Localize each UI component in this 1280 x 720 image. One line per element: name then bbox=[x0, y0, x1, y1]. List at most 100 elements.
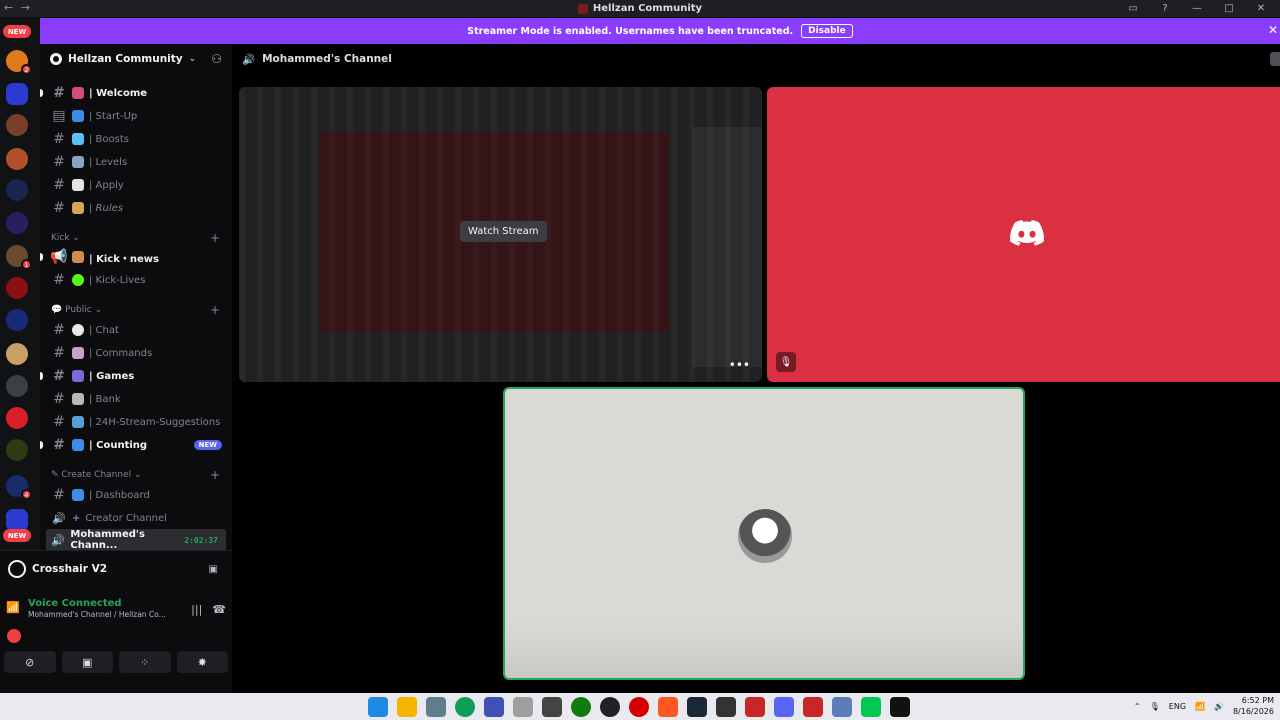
back-forward-icon[interactable]: ← → bbox=[4, 1, 32, 14]
server-icon[interactable] bbox=[6, 179, 28, 201]
clock[interactable]: 6:52 PM 8/16/2026 bbox=[1233, 695, 1274, 717]
folder-icon[interactable] bbox=[6, 83, 28, 105]
mute-status-icon[interactable] bbox=[7, 629, 21, 643]
settings-icon[interactable] bbox=[426, 697, 446, 717]
server-icon[interactable] bbox=[6, 439, 28, 461]
server-icon[interactable]: 4 bbox=[6, 475, 32, 500]
app-icon[interactable] bbox=[484, 697, 504, 717]
xbox-icon[interactable] bbox=[571, 697, 591, 717]
channel-counting[interactable]: # | Counting NEW bbox=[40, 434, 232, 456]
channel-levels[interactable]: # | Levels bbox=[40, 151, 232, 173]
server-icon[interactable] bbox=[6, 148, 28, 170]
add-channel-icon[interactable]: + bbox=[210, 303, 220, 317]
hash-icon: # bbox=[53, 131, 65, 147]
server-icon[interactable]: 2 bbox=[6, 50, 32, 75]
channel-creator-channel[interactable]: 🔊 + Creator Channel bbox=[40, 507, 232, 529]
opera-icon[interactable] bbox=[629, 697, 649, 717]
minimize-button[interactable]: — bbox=[1188, 3, 1206, 14]
voicemeeter-icon[interactable] bbox=[803, 697, 823, 717]
app-icon[interactable] bbox=[600, 697, 620, 717]
close-icon[interactable]: ✕ bbox=[1268, 23, 1278, 37]
channel-dashboard[interactable]: # | Dashboard bbox=[40, 484, 232, 506]
channel-bank[interactable]: # | Bank bbox=[40, 388, 232, 410]
more-options-icon[interactable]: ••• bbox=[729, 358, 750, 372]
voice-channel-path[interactable]: Mohammed's Channel / Hellzan Co... bbox=[28, 609, 166, 620]
inbox-icon[interactable]: ▭ bbox=[1124, 3, 1142, 14]
participant-tile-speaking[interactable] bbox=[503, 387, 1025, 680]
language-indicator[interactable]: ENG bbox=[1169, 702, 1186, 711]
channel-kick-news[interactable]: 📢 | Kick・news bbox=[40, 246, 232, 268]
add-channel-icon[interactable]: + bbox=[210, 231, 220, 245]
discord-icon[interactable] bbox=[774, 697, 794, 717]
channel-apply[interactable]: # | Apply bbox=[40, 174, 232, 196]
emoji-icon bbox=[72, 370, 84, 382]
voicemeeter-icon[interactable] bbox=[745, 697, 765, 717]
app-icon bbox=[577, 3, 588, 14]
channel-start-up[interactable]: ▤ | Start-Up bbox=[40, 105, 232, 127]
signal-icon[interactable]: 📶 bbox=[6, 601, 22, 617]
close-window-button[interactable]: ✕ bbox=[1252, 3, 1270, 14]
channel-chat[interactable]: # | Chat bbox=[40, 319, 232, 341]
server-icon[interactable] bbox=[6, 375, 28, 397]
start-icon[interactable] bbox=[368, 697, 388, 717]
channel-label: | Chat bbox=[89, 324, 119, 336]
channel-rules[interactable]: # | Rules bbox=[40, 197, 232, 219]
add-channel-icon[interactable]: + bbox=[210, 468, 220, 482]
steam-icon[interactable] bbox=[687, 697, 707, 717]
edge-icon[interactable] bbox=[455, 697, 475, 717]
channel-commands[interactable]: # | Commands bbox=[40, 342, 232, 364]
server-icon[interactable] bbox=[6, 309, 28, 331]
disable-button[interactable]: Disable bbox=[801, 24, 853, 38]
channel-label: | Games bbox=[89, 370, 135, 382]
soundboard-button[interactable]: ✸ bbox=[176, 651, 228, 673]
server-header[interactable]: Hellzan Community ⌄ ⚇ bbox=[40, 44, 232, 74]
voice-state[interactable]: Voice Connected bbox=[28, 598, 166, 609]
brave-icon[interactable] bbox=[658, 697, 678, 717]
server-icon[interactable] bbox=[6, 407, 28, 429]
server-icon[interactable] bbox=[6, 343, 28, 365]
server-icon[interactable] bbox=[6, 114, 28, 136]
help-icon[interactable]: ? bbox=[1156, 3, 1174, 14]
volume-icon[interactable]: 🔊 bbox=[1214, 702, 1224, 711]
category-public[interactable]: 💬 Public ⌄ + bbox=[40, 302, 232, 318]
activities-button[interactable]: ⁘ bbox=[119, 651, 171, 673]
store-icon[interactable] bbox=[513, 697, 533, 717]
category-kick[interactable]: Kick ⌄ + bbox=[40, 230, 232, 246]
app-icon[interactable] bbox=[542, 697, 562, 717]
category-create-channel[interactable]: ✎ Create Channel ⌄ + bbox=[40, 467, 232, 483]
invite-icon[interactable]: ⚇ bbox=[211, 52, 222, 66]
disconnect-icon[interactable]: ☎ bbox=[212, 603, 226, 616]
chevron-up-icon[interactable]: ⌃ bbox=[1134, 702, 1141, 711]
screen-share-button[interactable]: ▣ bbox=[61, 651, 113, 673]
app-icon[interactable] bbox=[832, 697, 852, 717]
channel-boosts[interactable]: # | Boosts bbox=[40, 128, 232, 150]
channel-games[interactable]: # | Games bbox=[40, 365, 232, 387]
app-icon[interactable] bbox=[890, 697, 910, 717]
channel-mohammeds-channel[interactable]: 🔊 Mohammed's Chann... 2:02:37 bbox=[46, 529, 226, 551]
server-icon[interactable]: 1 bbox=[6, 245, 32, 270]
wifi-icon[interactable]: 📶 bbox=[1195, 702, 1205, 711]
channel-welcome[interactable]: # | Welcome bbox=[40, 82, 232, 104]
maximize-button[interactable]: □ bbox=[1220, 3, 1238, 14]
camera-off-button[interactable]: ⊘ bbox=[4, 651, 56, 673]
participant-tile[interactable]: 🎙 bbox=[767, 87, 1280, 382]
stream-tile[interactable]: Watch Stream ••• bbox=[239, 87, 762, 382]
watch-stream-button[interactable]: Watch Stream bbox=[460, 221, 547, 242]
emoji-icon bbox=[72, 179, 84, 191]
channel-24h-stream-suggestions[interactable]: # | 24H-Stream-Suggestions bbox=[40, 411, 232, 433]
folder-icon[interactable] bbox=[6, 509, 28, 531]
file-explorer-icon[interactable] bbox=[397, 697, 417, 717]
mic-icon[interactable]: 🎙 bbox=[1150, 702, 1160, 711]
server-icon[interactable] bbox=[6, 212, 28, 234]
noise-suppression-icon[interactable]: ||| bbox=[191, 603, 202, 616]
activity-row[interactable]: Crosshair V2 ▣ bbox=[0, 551, 232, 587]
channel-kick-lives[interactable]: # | Kick-Lives bbox=[40, 269, 232, 291]
banner-text: Streamer Mode is enabled. Usernames have… bbox=[467, 25, 794, 37]
window-title: Hellzan Community bbox=[577, 3, 702, 14]
server-badge-icon bbox=[50, 53, 62, 65]
activity-icon[interactable]: ▣ bbox=[209, 564, 218, 575]
app-icon[interactable] bbox=[716, 697, 736, 717]
server-icon[interactable] bbox=[6, 277, 28, 299]
chat-toggle-icon[interactable] bbox=[1270, 52, 1280, 66]
app-icon[interactable] bbox=[861, 697, 881, 717]
